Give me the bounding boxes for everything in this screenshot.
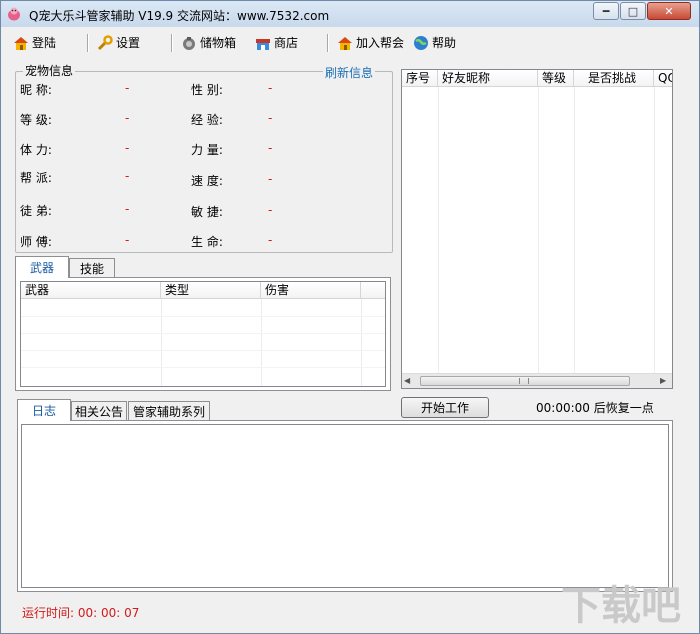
tab-announcements[interactable]: 相关公告 [71, 401, 127, 421]
help-button[interactable]: 帮助 [413, 34, 456, 51]
settings-label: 设置 [116, 36, 141, 50]
row-line [21, 350, 385, 351]
friend-list[interactable]: 序号 好友昵称 等级 是否挑战 QQ ◀ ▶ [401, 69, 673, 389]
shop-button[interactable]: 商店 [255, 34, 298, 51]
column-header-weapon[interactable]: 武器 [21, 282, 161, 299]
maximize-icon: □ [627, 4, 639, 18]
watermark-logo: 下载吧 [561, 583, 681, 629]
level-value: - [125, 111, 130, 125]
pet-info-group [15, 71, 393, 253]
gender-label: 性 别: [191, 83, 223, 97]
health-label: 生 命: [191, 235, 223, 249]
grid-line [161, 299, 162, 386]
close-icon: ✕ [664, 4, 674, 18]
help-globe-icon [414, 35, 428, 50]
refresh-info-link[interactable]: 刷新信息 [323, 64, 376, 81]
toolbar-separator [171, 34, 173, 52]
join-guild-label: 加入帮会 [356, 36, 405, 50]
scroll-thumb[interactable] [420, 376, 630, 386]
column-header-type[interactable]: 类型 [161, 282, 261, 299]
nickname-value: - [125, 81, 130, 95]
window-title: Q宠大乐斗管家辅助 V19.9 交流网站：www.7532.com [29, 9, 330, 23]
minimize-button[interactable]: ━ [593, 2, 619, 20]
storage-button[interactable]: 储物箱 [181, 34, 236, 51]
shop-icon [256, 38, 270, 50]
strength-label: 力 量: [191, 143, 223, 157]
toolbar-separator [327, 34, 329, 52]
grid-line [361, 299, 362, 386]
login-button[interactable]: 登陆 [13, 34, 56, 51]
tab-weapons[interactable]: 武器 [15, 256, 69, 278]
column-header-friend-nickname[interactable]: 好友昵称 [438, 70, 538, 87]
grid-line [261, 299, 262, 386]
minimize-icon: ━ [602, 4, 610, 18]
storage-label: 储物箱 [200, 36, 237, 50]
weapon-tab-panel: 武器 类型 伤害 [15, 277, 391, 391]
speed-value: - [268, 172, 273, 186]
friend-list-horizontal-scrollbar[interactable]: ◀ ▶ [402, 373, 672, 388]
row-line [21, 316, 385, 317]
master-label: 师 傅: [20, 235, 52, 249]
toolbar-separator [87, 34, 89, 52]
grid-line [438, 87, 439, 373]
tab-log[interactable]: 日志 [17, 399, 71, 421]
strength-value: - [268, 141, 273, 155]
experience-label: 经 验: [191, 113, 223, 127]
pet-info-title: 宠物信息 [23, 62, 76, 79]
guild-label: 帮 派: [20, 171, 52, 185]
experience-value: - [268, 111, 273, 125]
app-icon [8, 7, 20, 21]
log-tab-panel [17, 420, 673, 592]
row-line [21, 333, 385, 334]
runtime-status: 运行时间: 00: 00: 07 [22, 606, 140, 620]
wrench-icon [97, 34, 113, 50]
home-icon [338, 36, 352, 50]
nickname-label: 昵 称: [20, 83, 52, 97]
recover-timer-text: 00:00:00 后恢复一点 [536, 401, 654, 415]
gender-value: - [268, 81, 273, 95]
column-header-damage[interactable]: 伤害 [261, 282, 361, 299]
shop-label: 商店 [274, 36, 299, 50]
scroll-left-icon[interactable]: ◀ [404, 376, 410, 385]
level-label: 等 级: [20, 113, 52, 127]
master-value: - [125, 233, 130, 247]
home-icon [14, 36, 28, 50]
column-header-level[interactable]: 等级 [538, 70, 574, 87]
log-textarea[interactable] [21, 424, 669, 588]
apprentice-label: 徒 弟: [20, 204, 52, 218]
weapon-list[interactable]: 武器 类型 伤害 [20, 281, 386, 387]
speed-label: 速 度: [191, 174, 223, 188]
tab-assistant-series[interactable]: 管家辅助系列 [128, 401, 210, 421]
grid-line [538, 87, 539, 373]
column-header-index[interactable]: 序号 [402, 70, 438, 87]
agility-value: - [268, 203, 273, 217]
column-header-challenge[interactable]: 是否挑战 [574, 70, 654, 87]
row-line [21, 367, 385, 368]
start-work-button[interactable]: 开始工作 [401, 397, 489, 418]
maximize-button[interactable]: □ [620, 2, 646, 20]
column-header-qq[interactable]: QQ [654, 70, 672, 87]
stamina-value: - [125, 141, 130, 155]
scroll-right-icon[interactable]: ▶ [660, 376, 666, 385]
tab-skills[interactable]: 技能 [69, 258, 115, 278]
column-header-empty [361, 282, 385, 299]
login-label: 登陆 [32, 36, 57, 50]
grid-line [654, 87, 655, 373]
stamina-label: 体 力: [20, 143, 52, 157]
apprentice-value: - [125, 202, 130, 216]
grid-line [574, 87, 575, 373]
close-button[interactable]: ✕ [647, 2, 691, 20]
agility-label: 敏 捷: [191, 205, 223, 219]
main-window: Q宠大乐斗管家辅助 V19.9 交流网站：www.7532.com ━ □ ✕ … [0, 0, 700, 634]
health-value: - [268, 233, 273, 247]
title-bar[interactable]: Q宠大乐斗管家辅助 V19.9 交流网站：www.7532.com ━ □ ✕ [1, 1, 699, 27]
toolbar: 登陆 设置 储物箱 商店 加入帮会 帮助 [1, 29, 699, 57]
scroll-grip-icon [519, 378, 529, 384]
help-label: 帮助 [432, 36, 457, 50]
storage-box-icon [183, 36, 195, 50]
guild-value: - [125, 169, 130, 183]
join-guild-button[interactable]: 加入帮会 [337, 34, 404, 51]
settings-button[interactable]: 设置 [97, 34, 140, 51]
